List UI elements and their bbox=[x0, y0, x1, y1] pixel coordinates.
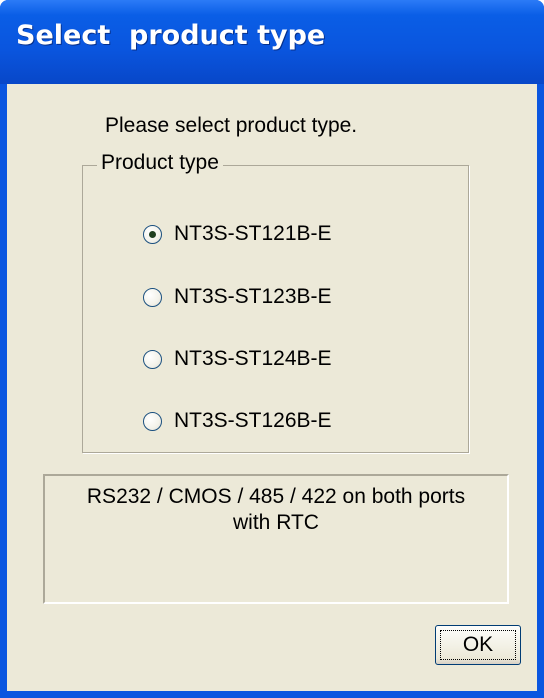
radio-option-nt3s-st126b-e[interactable]: NT3S-ST126B-E bbox=[143, 405, 332, 437]
radio-label: NT3S-ST123B-E bbox=[174, 285, 332, 308]
title-bar[interactable]: Select product type bbox=[0, 0, 544, 84]
radio-button[interactable] bbox=[143, 349, 162, 369]
description-line-2: with RTC bbox=[233, 511, 319, 534]
radio-option-nt3s-st121b-e[interactable]: NT3S-ST121B-E bbox=[143, 218, 332, 250]
product-type-group: Product type NT3S-ST121B-E NT3S-ST123B-E… bbox=[82, 151, 469, 453]
ok-button[interactable]: OK bbox=[435, 625, 521, 665]
radio-label: NT3S-ST126B-E bbox=[174, 409, 332, 432]
window-title: Select product type bbox=[16, 20, 326, 51]
radio-button[interactable] bbox=[143, 411, 162, 431]
radio-label: NT3S-ST121B-E bbox=[174, 222, 332, 245]
radio-button-checked[interactable] bbox=[143, 224, 162, 244]
description-line-1: RS232 / CMOS / 485 / 422 on both ports bbox=[86, 485, 466, 508]
radio-label: NT3S-ST124B-E bbox=[174, 347, 332, 370]
radio-button[interactable] bbox=[143, 287, 162, 307]
dialog-body: Please select product type. Product type… bbox=[7, 84, 537, 691]
prompt-label: Please select product type. bbox=[105, 114, 358, 137]
description-box: RS232 / CMOS / 485 / 422 on both ports w… bbox=[43, 474, 509, 604]
radio-option-nt3s-st123b-e[interactable]: NT3S-ST123B-E bbox=[143, 281, 332, 313]
group-label: Product type bbox=[97, 151, 223, 175]
radio-option-nt3s-st124b-e[interactable]: NT3S-ST124B-E bbox=[143, 343, 332, 375]
dialog-window: Select product type Please select produc… bbox=[0, 0, 544, 698]
focus-rectangle bbox=[440, 630, 516, 660]
